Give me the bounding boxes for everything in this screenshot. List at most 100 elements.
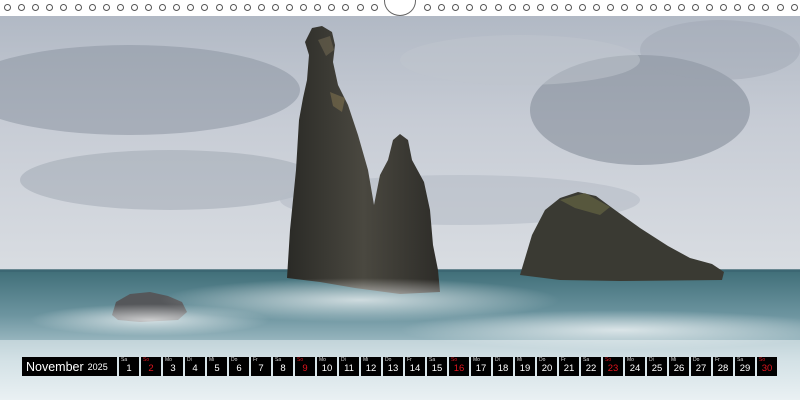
hanger-hook <box>384 0 416 16</box>
day-cell: Mo 24 <box>625 357 645 376</box>
binding-hole <box>522 4 530 11</box>
binding-hole <box>286 4 293 11</box>
day-cell: Mo 3 <box>163 357 183 376</box>
day-cell: Di 18 <box>493 357 513 376</box>
binding-hole <box>635 4 643 11</box>
day-number: 9 <box>302 363 308 374</box>
day-number: 24 <box>629 363 641 374</box>
day-number: 29 <box>739 363 751 374</box>
binding-hole <box>621 4 629 11</box>
day-cell: Sa 8 <box>273 357 293 376</box>
day-number: 1 <box>126 363 132 374</box>
binding-hole <box>536 4 544 11</box>
day-cell: So 30 <box>757 357 777 376</box>
binding-hole <box>438 4 446 11</box>
day-cell: Fr 7 <box>251 357 271 376</box>
binding-hole <box>494 4 502 11</box>
binding-hole <box>370 4 378 11</box>
day-number: 6 <box>236 363 242 374</box>
day-cell: Do 20 <box>537 357 557 376</box>
day-cell: Do 27 <box>691 357 711 376</box>
calendar-strip: November 2025 Sa 1 So 2 Mo 3 Di 4 Mi 5 Do 6 Fr 7 Sa 8 So… <box>22 357 777 376</box>
binding-hole <box>243 4 251 11</box>
day-number: 10 <box>321 363 333 374</box>
binding-hole <box>271 4 279 11</box>
month-label: November 2025 <box>22 357 117 376</box>
binding-hole <box>88 4 96 11</box>
day-cell: Sa 29 <box>735 357 755 376</box>
binding-hole <box>187 4 195 11</box>
day-number: 7 <box>258 363 264 374</box>
day-number: 13 <box>387 363 399 374</box>
binding-hole <box>550 4 558 11</box>
day-cell: Fr 14 <box>405 357 425 376</box>
day-cell: Mo 17 <box>471 357 491 376</box>
day-number: 2 <box>148 363 154 374</box>
year: 2025 <box>87 361 108 372</box>
binding-hole <box>748 4 756 11</box>
binding-hole <box>649 4 657 11</box>
day-cell: Fr 28 <box>713 357 733 376</box>
day-number: 28 <box>717 363 729 374</box>
binding-hole <box>18 4 26 11</box>
binding-hole <box>229 4 237 11</box>
day-number: 18 <box>497 363 509 374</box>
binding-hole <box>314 4 322 11</box>
day-number: 11 <box>344 363 354 374</box>
day-number: 22 <box>585 363 597 374</box>
day-cell: So 23 <box>603 357 623 376</box>
binding-hole <box>466 4 474 11</box>
binding-hole <box>776 4 784 11</box>
day-cell: So 16 <box>449 357 469 376</box>
binding-hole <box>452 4 460 11</box>
day-number: 17 <box>475 363 487 374</box>
day-number: 20 <box>541 363 553 374</box>
binding-hole <box>579 4 587 11</box>
day-number: 14 <box>409 363 421 374</box>
binding-hole <box>424 4 431 11</box>
binding-hole <box>46 4 54 11</box>
binding-hole <box>593 4 601 11</box>
day-cell: Do 13 <box>383 357 403 376</box>
day-cell: Mo 10 <box>317 357 337 376</box>
day-number: 25 <box>651 363 663 374</box>
day-cell: Di 11 <box>339 357 359 376</box>
day-cell: Mi 26 <box>669 357 689 376</box>
binding-hole <box>173 4 181 11</box>
binding-hole <box>4 4 11 11</box>
binding-hole <box>663 4 671 11</box>
day-number: 3 <box>170 363 176 374</box>
day-number: 4 <box>192 363 198 374</box>
month-name: November <box>26 359 84 374</box>
binding-hole <box>790 4 798 11</box>
day-number: 26 <box>673 363 685 374</box>
day-cell: Sa 1 <box>119 357 139 376</box>
binding-hole <box>300 4 308 11</box>
binding-hole <box>508 4 516 11</box>
day-number: 19 <box>519 363 531 374</box>
binding-hole <box>762 4 770 11</box>
day-cell: Mi 12 <box>361 357 381 376</box>
day-cell: Mi 19 <box>515 357 535 376</box>
binding-hole <box>32 4 40 11</box>
binding-hole <box>720 4 728 11</box>
day-number: 15 <box>431 363 443 374</box>
binding-hole <box>691 4 699 11</box>
day-cell: Do 6 <box>229 357 249 376</box>
day-number: 21 <box>563 363 575 374</box>
day-cell: Di 25 <box>647 357 667 376</box>
binding-hole <box>734 4 742 11</box>
binding-hole <box>607 4 615 11</box>
binding-hole <box>145 4 152 11</box>
day-number: 27 <box>695 363 707 374</box>
day-cell: Sa 15 <box>427 357 447 376</box>
binding-hole <box>257 4 265 11</box>
binding-hole <box>565 4 572 11</box>
sea-stacks-photo <box>0 0 800 400</box>
binding-hole <box>328 4 336 11</box>
binding-hole <box>74 4 82 11</box>
day-number: 30 <box>761 363 773 374</box>
binding-hole <box>130 4 138 11</box>
binding-hole <box>102 4 110 11</box>
binding-hole <box>342 4 350 11</box>
